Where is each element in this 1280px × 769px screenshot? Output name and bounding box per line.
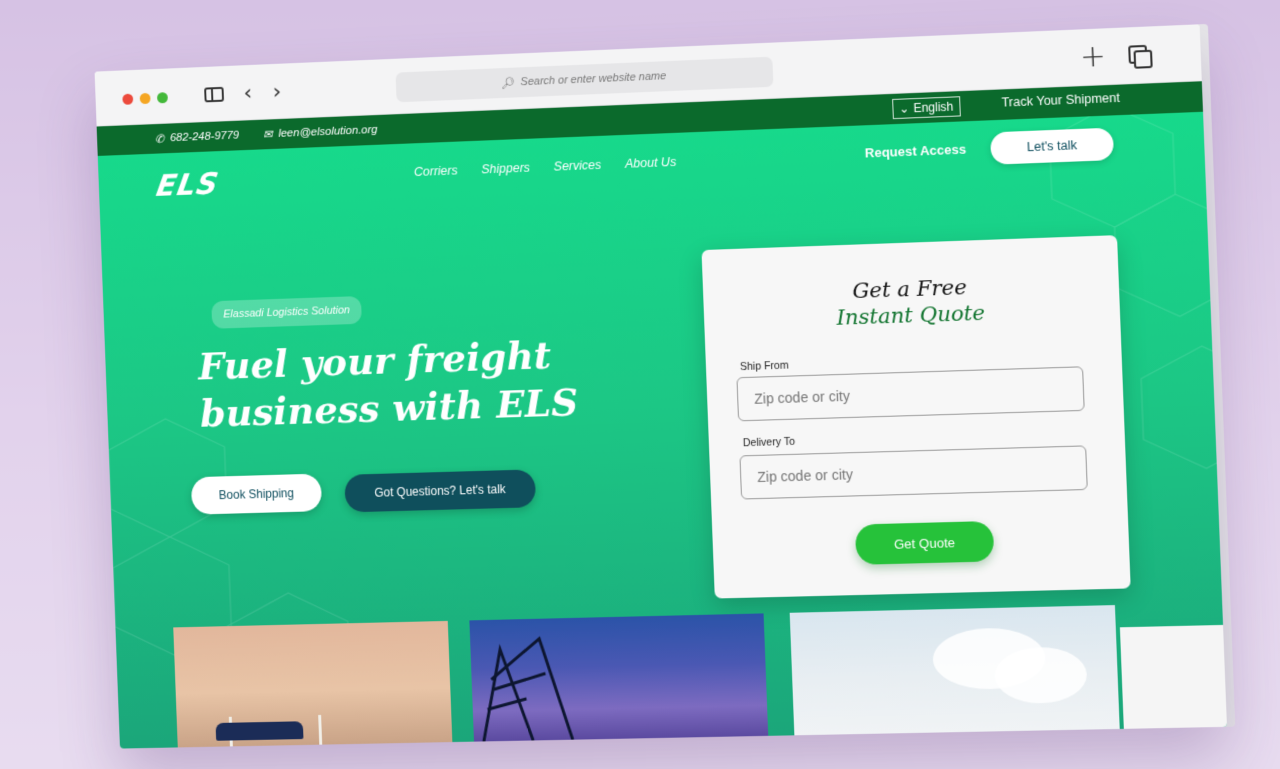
language-selector[interactable]: ⌄ English xyxy=(891,96,961,120)
close-window-button[interactable] xyxy=(122,93,134,105)
crane-silhouette xyxy=(469,613,768,741)
delivery-to-input[interactable] xyxy=(739,445,1088,500)
quote-form-card: Get a Free Instant Quote Ship From Deliv… xyxy=(701,235,1131,599)
forward-arrow-icon[interactable]: › xyxy=(267,79,287,104)
sky-photo xyxy=(789,605,1120,736)
new-tab-icon[interactable]: + xyxy=(1079,38,1106,75)
get-quote-button[interactable]: Get Quote xyxy=(854,520,995,565)
hero-section: ELS Corriers Shippers Services About Us … xyxy=(97,111,1227,749)
phone-icon: ✆ xyxy=(154,133,165,146)
nav-services[interactable]: Services xyxy=(553,158,601,174)
sidebar-toggle-icon[interactable] xyxy=(201,82,227,107)
delivery-to-label: Delivery To xyxy=(742,435,796,450)
phone-number: 682-248-9779 xyxy=(169,129,240,145)
section-edge xyxy=(1119,624,1227,729)
email-address: leen@elsolution.org xyxy=(278,123,378,140)
address-bar-placeholder: Search or enter website name xyxy=(520,70,667,89)
els-logo[interactable]: ELS xyxy=(154,167,222,204)
ship-from-input[interactable] xyxy=(736,366,1085,422)
stage: ‹ › 🔎︎ Search or enter website name + ✆ … xyxy=(0,0,1280,769)
track-shipment-link[interactable]: Track Your Shipment xyxy=(1001,91,1120,110)
nav-corriers[interactable]: Corriers xyxy=(414,163,458,179)
maximize-window-button[interactable] xyxy=(156,92,168,104)
back-arrow-icon[interactable]: ‹ xyxy=(238,80,258,105)
phone-contact[interactable]: ✆ 682-248-9779 xyxy=(155,129,240,146)
mail-icon: ✉ xyxy=(262,129,273,142)
company-badge: Elassadi Logistics Solution xyxy=(211,296,363,329)
nav-shippers[interactable]: Shippers xyxy=(481,161,530,177)
headline-line-1: Fuel your freight xyxy=(197,332,552,389)
address-bar[interactable]: 🔎︎ Search or enter website name xyxy=(395,56,774,103)
language-label: English xyxy=(913,99,954,116)
nav-about-us[interactable]: About Us xyxy=(625,155,677,171)
email-contact[interactable]: ✉ leen@elsolution.org xyxy=(263,123,378,141)
truck-photo xyxy=(173,620,453,748)
book-shipping-button[interactable]: Book Shipping xyxy=(190,473,323,515)
minimize-window-button[interactable] xyxy=(139,92,151,105)
lets-talk-button[interactable]: Let's talk xyxy=(990,127,1115,165)
got-questions-button[interactable]: Got Questions? Let's talk xyxy=(344,469,537,513)
port-crane-photo xyxy=(469,613,769,742)
ship-from-label: Ship From xyxy=(739,359,789,374)
tab-overview-icon[interactable] xyxy=(1128,45,1149,66)
search-icon: 🔎︎ xyxy=(500,77,515,90)
truck-image xyxy=(215,721,304,741)
browser-window: ‹ › 🔎︎ Search or enter website name + ✆ … xyxy=(94,24,1227,749)
hero-headline: Fuel your freight business with ELS xyxy=(197,328,662,438)
chevron-down-icon: ⌄ xyxy=(898,101,910,116)
headline-line-2: business with ELS xyxy=(199,379,580,436)
